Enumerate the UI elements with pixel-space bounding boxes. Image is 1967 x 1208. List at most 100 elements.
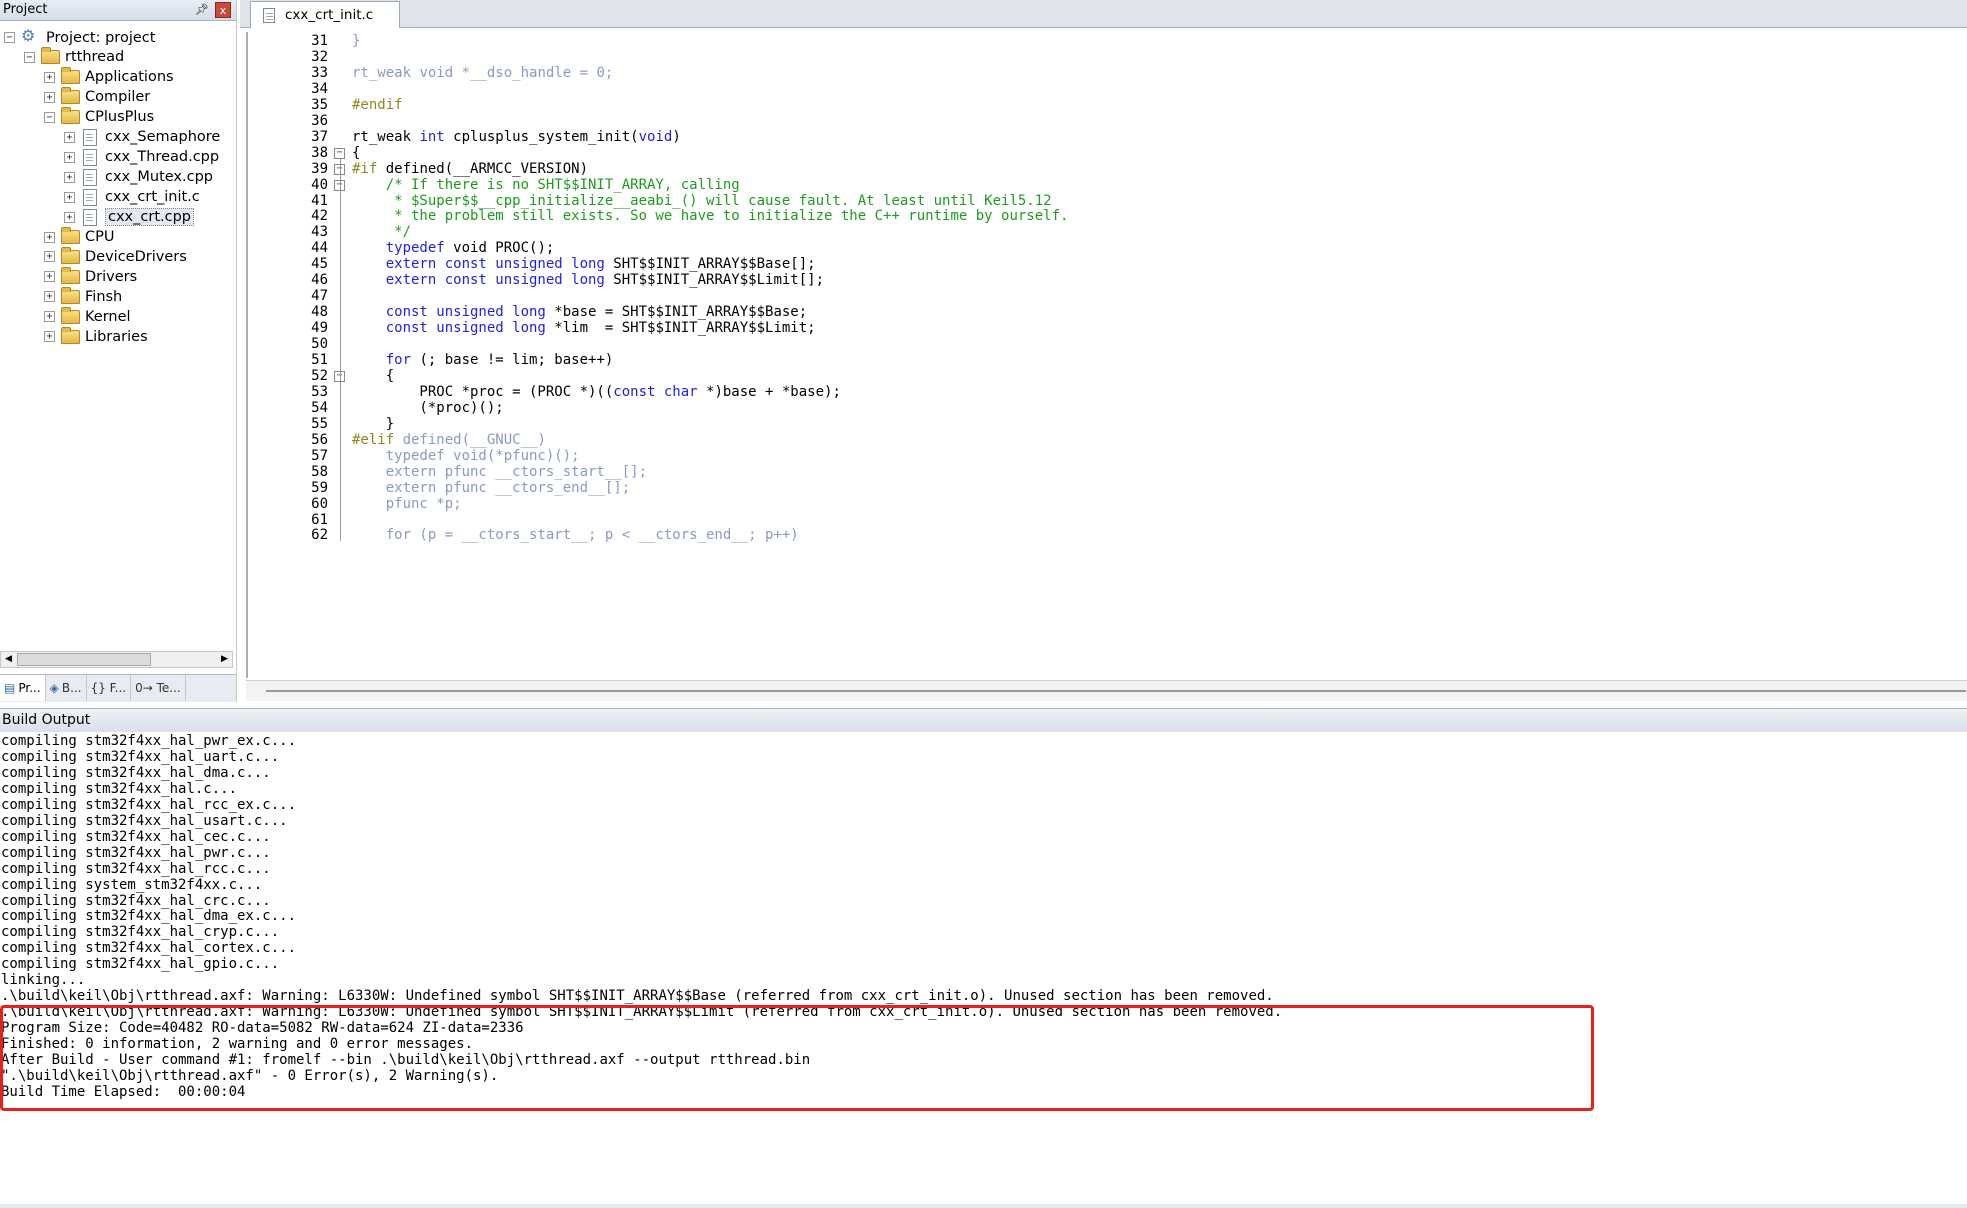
expand-icon[interactable]: + (44, 91, 55, 103)
code-editor: cxx_crt_init.c 31 32 33 34 35 36 37 38 39 40 41 42 4… (240, 0, 1967, 702)
expand-icon[interactable]: + (44, 271, 55, 283)
code-line: typedef void PROC(); (385, 240, 555, 257)
line-number: 56 (311, 431, 328, 448)
code-line: rt_weak int cplusplus_system_init(void) (352, 128, 681, 145)
line-number: 42 (311, 208, 328, 225)
code-line: { (352, 367, 395, 384)
panel-tab[interactable]: {} F... (87, 675, 132, 701)
scroll-left-icon[interactable]: ◀ (1, 652, 16, 667)
expand-icon[interactable]: + (64, 151, 75, 163)
build-output-line: .\build\keil\Obj\rtthread.axf: Warning: … (1, 988, 1274, 1005)
line-number: 57 (311, 447, 328, 464)
code-line: pfunc *p; (352, 495, 462, 512)
editor-horizontal-scrollbar[interactable] (246, 680, 1967, 701)
panel-tabs: ▤ Pr... ◈ B...{} F... 0→ Te... (0, 674, 236, 702)
pin-icon[interactable]: 📌︎ (194, 2, 210, 18)
file-icon (83, 188, 97, 206)
line-number: 62 (311, 527, 328, 544)
panel-tab-label: {} F... (90, 681, 127, 695)
build-output-line: compiling stm32f4xx_hal.c... (1, 780, 238, 797)
collapse-icon[interactable]: − (44, 111, 55, 123)
collapse-icon[interactable]: − (4, 32, 15, 43)
code-line: typedef void(*pfunc)(); (352, 447, 580, 464)
line-number: 48 (311, 304, 328, 321)
tree-item-label: cxx_Semaphore (105, 129, 221, 146)
tree-item-label: CPU (85, 229, 115, 245)
build-output-header: Build Output (0, 708, 1967, 733)
warning-highlight-box (0, 1005, 1594, 1111)
build-output-body[interactable]: compiling stm32f4xx_hal_pwr_ex.c...compi… (0, 732, 1967, 1208)
expand-icon[interactable]: + (44, 331, 55, 343)
collapse-icon[interactable]: − (24, 51, 35, 63)
line-number: 54 (311, 399, 328, 416)
code-line: extern const unsigned long SHT$$INIT_ARR… (385, 256, 816, 273)
build-output-line: compiling stm32f4xx_hal_pwr.c... (1, 844, 271, 861)
build-output-line: compiling stm32f4xx_hal_cryp.c... (1, 924, 280, 941)
project-icon: ▤ (4, 681, 16, 695)
code-line: /* If there is no SHT$$INIT_ARRAY, calli… (352, 176, 740, 193)
code-line: extern pfunc __ctors_end__[]; (352, 479, 631, 496)
line-number: 55 (311, 415, 328, 432)
expand-icon[interactable]: + (64, 191, 75, 203)
scroll-right-icon[interactable]: ▶ (217, 652, 232, 667)
project-panel: Project 📌︎ x −Project: project−rtthread+… (0, 0, 237, 702)
expand-icon[interactable]: + (44, 311, 55, 323)
code-line: */ (352, 224, 412, 241)
build-output-line: compiling stm32f4xx_hal_dma.c... (1, 764, 271, 781)
code-line: #elif defined(__GNUC__) (352, 431, 546, 448)
line-number: 59 (311, 479, 328, 496)
code-line: #if defined(__ARMCC_VERSION) (352, 160, 589, 177)
close-icon[interactable]: x (215, 2, 231, 18)
expand-icon[interactable]: + (44, 251, 55, 263)
file-icon (83, 168, 97, 186)
expand-icon[interactable]: + (44, 71, 55, 83)
expand-icon[interactable]: + (64, 211, 75, 223)
line-number: 43 (311, 224, 328, 241)
line-gutter: 31 32 33 34 35 36 37 38 39 40 41 42 43 44 45 46 47 48 49 50… (248, 32, 328, 678)
file-icon (83, 208, 97, 226)
expand-icon[interactable]: + (64, 131, 75, 143)
tree-item-label: Compiler (85, 89, 151, 106)
folder-icon (41, 47, 60, 65)
tree-item-label: rtthread (65, 49, 125, 66)
folder-icon (61, 326, 80, 344)
code-line: extern pfunc __ctors_start__[]; (352, 463, 648, 480)
panel-tab[interactable]: ◈ B... (46, 675, 87, 701)
tab-cxx-crt-init[interactable]: cxx_crt_init.c (250, 1, 400, 28)
line-number: 34 (311, 80, 328, 97)
project-panel-title: Project (3, 2, 48, 17)
expand-icon[interactable]: + (44, 231, 55, 243)
code-line: } (352, 415, 395, 432)
fold-toggle-icon[interactable]: − (334, 147, 345, 159)
panel-tab[interactable]: 0→ Te... (131, 675, 186, 701)
line-number: 47 (311, 288, 328, 305)
tree-item[interactable]: + Libraries (44, 324, 148, 349)
code-line: * $Super$$__cpp_initialize__aeabi_() wil… (352, 192, 1052, 209)
line-number: 61 (311, 511, 328, 528)
panel-tab-label: 0→ Te... (135, 681, 181, 695)
code-line: (*proc)(); (352, 399, 504, 416)
build-output-line: compiling stm32f4xx_hal_rcc_ex.c... (1, 796, 297, 813)
folder-icon (61, 286, 80, 304)
expand-icon[interactable]: + (44, 291, 55, 303)
folder-icon (61, 67, 80, 85)
expand-icon[interactable]: + (64, 171, 75, 183)
line-number: 31 (311, 33, 328, 49)
scrollbar-track[interactable] (266, 690, 1966, 692)
panel-tab-label: B... (61, 681, 82, 695)
build-output-line: compiling stm32f4xx_hal_pwr_ex.c... (1, 733, 297, 749)
build-output-line: compiling stm32f4xx_hal_dma_ex.c... (1, 908, 297, 925)
build-output-line: compiling stm32f4xx_hal_cec.c... (1, 828, 271, 845)
tree-item-label: cxx_Thread.cpp (105, 149, 220, 166)
line-number: 52 (311, 367, 328, 384)
line-number: 60 (311, 495, 328, 512)
tree-item-label: cxx_crt.cpp (105, 208, 194, 227)
code-line: { (352, 144, 361, 161)
scrollbar-thumb[interactable] (17, 653, 151, 666)
build-output-line: compiling stm32f4xx_hal_crc.c... (1, 892, 271, 909)
panel-tab[interactable]: ▤ Pr... (0, 675, 46, 701)
code-line: extern const unsigned long SHT$$INIT_ARR… (385, 272, 825, 289)
code-area[interactable]: 31 32 33 34 35 36 37 38 39 40 41 42 43 44 45 46 47 48 49 50… (246, 32, 1967, 678)
code-line: } (352, 33, 361, 49)
project-tree-scrollbar[interactable]: ◀ ▶ (0, 651, 233, 668)
